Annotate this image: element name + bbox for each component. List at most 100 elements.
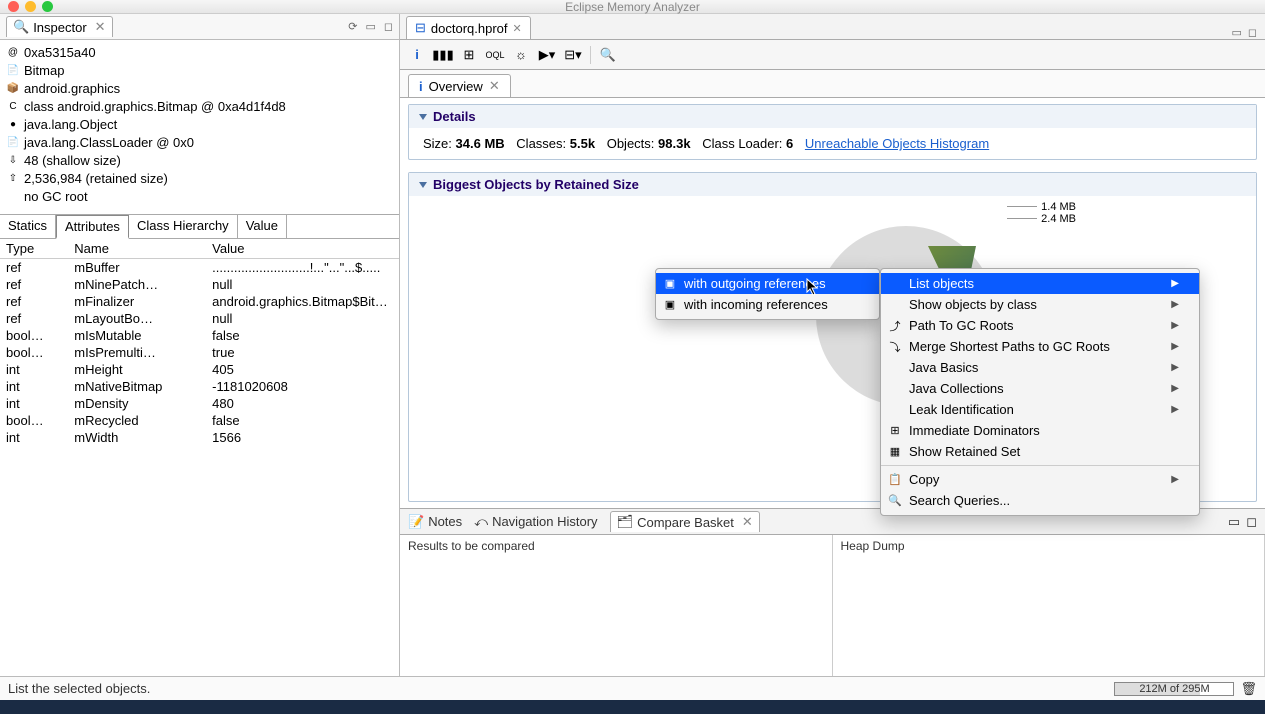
tab-overview[interactable]: i Overview ✕ — [408, 74, 511, 97]
col-header[interactable]: Type — [0, 239, 68, 259]
menu-incoming-refs[interactable]: ▣ with incoming references — [656, 294, 879, 315]
biggest-header[interactable]: Biggest Objects by Retained Size — [409, 173, 1256, 196]
size-value: 34.6 MB — [456, 136, 505, 151]
compare-basket-tab[interactable]: 🗂 Compare Basket ✕ — [610, 511, 760, 532]
menu-item[interactable]: List objects▶ — [881, 273, 1199, 294]
cell: ref — [0, 293, 68, 310]
menu-icon: 📋 — [887, 473, 903, 486]
unreachable-histogram-link[interactable]: Unreachable Objects Histogram — [805, 136, 989, 151]
menu-item[interactable]: Show objects by class▶ — [881, 294, 1199, 315]
table-row[interactable]: intmWidth1566 — [0, 429, 399, 446]
cell: ref — [0, 276, 68, 293]
table-row[interactable]: refmBuffer...........................!..… — [0, 259, 399, 277]
tree-label: android.graphics — [24, 80, 120, 98]
table-row[interactable]: refmFinalizerandroid.graphics.Bitmap$Bit… — [0, 293, 399, 310]
inspector-title: Inspector — [33, 20, 86, 35]
table-row[interactable]: bool…mRecycledfalse — [0, 412, 399, 429]
heap-status-bar[interactable]: 212M of 295M — [1114, 682, 1234, 696]
menu-label: with outgoing references — [684, 276, 826, 291]
nav-history-tab[interactable]: ⤺ Navigation History — [474, 514, 597, 530]
tree-row[interactable]: ⇧2,536,984 (retained size) — [6, 170, 393, 188]
table-row[interactable]: intmNativeBitmap-1181020608 — [0, 378, 399, 395]
minimize-view-icon[interactable]: ▭ — [365, 20, 375, 33]
thread-icon[interactable]: ☼ — [510, 44, 532, 66]
gc-icon[interactable]: 🗑 — [1240, 681, 1257, 697]
menu-item[interactable]: ⤵Merge Shortest Paths to GC Roots▶ — [881, 336, 1199, 357]
zoom-traffic-light[interactable] — [42, 1, 53, 12]
menu-label: Copy — [909, 472, 939, 487]
menu-item[interactable]: ⊞Immediate Dominators — [881, 420, 1199, 441]
minimize-bottom-icon[interactable]: ▭ — [1228, 514, 1240, 530]
cell: -1181020608 — [206, 378, 399, 395]
menu-item[interactable]: Java Collections ▶ — [881, 378, 1199, 399]
inspector-tab[interactable]: 🔍 Inspector ✕ — [6, 16, 113, 37]
menu-item[interactable]: 🔍Search Queries... — [881, 490, 1199, 511]
details-body: Size: 34.6 MB Classes: 5.5k Objects: 98.… — [409, 128, 1256, 159]
oql-icon[interactable]: OQL — [484, 44, 506, 66]
col-header[interactable]: Value — [206, 239, 399, 259]
tree-row[interactable]: Cclass android.graphics.Bitmap @ 0xa4d1f… — [6, 98, 393, 116]
tree-row[interactable]: 📄Bitmap — [6, 62, 393, 80]
menu-label: List objects — [909, 276, 974, 291]
notes-tab[interactable]: 📝 Notes — [408, 514, 462, 530]
dominator-tree-icon[interactable]: ⊞ — [458, 44, 480, 66]
attr-tab-class-hierarchy[interactable]: Class Hierarchy — [129, 215, 238, 238]
menu-item[interactable]: 📋Copy▶ — [881, 469, 1199, 490]
menu-item[interactable]: Leak Identification▶ — [881, 399, 1199, 420]
table-row[interactable]: intmDensity480 — [0, 395, 399, 412]
compare-icon[interactable]: ⊟▾ — [562, 44, 584, 66]
tree-row[interactable]: @0xa5315a40 — [6, 44, 393, 62]
tree-row[interactable]: 📄java.lang.ClassLoader @ 0x0 — [6, 134, 393, 152]
maximize-view-icon[interactable]: ◻ — [384, 20, 393, 33]
context-menu[interactable]: List objects▶Show objects by class▶⤴Path… — [880, 268, 1200, 516]
run-icon[interactable]: ▶▾ — [536, 44, 558, 66]
col-header[interactable]: Name — [68, 239, 206, 259]
tree-row[interactable]: ●java.lang.Object — [6, 116, 393, 134]
menu-item[interactable]: ⤴Path To GC Roots▶ — [881, 315, 1199, 336]
close-icon[interactable]: ✕ — [95, 19, 106, 35]
menu-outgoing-refs[interactable]: ▣ with outgoing references — [656, 273, 879, 294]
editor-tab-label: doctorq.hprof — [431, 21, 508, 36]
submenu-arrow-icon: ▶ — [1171, 383, 1179, 394]
table-row[interactable]: intmHeight405 — [0, 361, 399, 378]
attr-tab-value[interactable]: Value — [238, 215, 287, 238]
menu-label: Java Collections — [909, 381, 1004, 396]
maximize-bottom-icon[interactable]: ◻ — [1246, 514, 1257, 530]
close-icon[interactable]: ✕ — [742, 514, 753, 530]
editor-tabs: ⊟ doctorq.hprof ✕ ▭ ◻ — [400, 14, 1265, 40]
cell: int — [0, 361, 68, 378]
maximize-editor-icon[interactable]: ◻ — [1248, 26, 1257, 39]
search-icon[interactable]: 🔍 — [597, 44, 619, 66]
table-row[interactable]: bool…mIsPremulti…true — [0, 344, 399, 361]
classes-value: 5.5k — [570, 136, 595, 151]
info-icon[interactable]: i — [406, 44, 428, 66]
tree-row[interactable]: no GC root — [6, 188, 393, 206]
table-row[interactable]: refmNinePatch…null — [0, 276, 399, 293]
details-header[interactable]: Details — [409, 105, 1256, 128]
table-row[interactable]: refmLayoutBo…null — [0, 310, 399, 327]
table-row[interactable]: bool…mIsMutablefalse — [0, 327, 399, 344]
attr-tab-attributes[interactable]: Attributes — [56, 215, 129, 239]
sync-icon[interactable]: ⟳ — [348, 20, 357, 33]
cell: android.graphics.Bitmap$BitmapFina… — [206, 293, 399, 310]
attr-tab-statics[interactable]: Statics — [0, 215, 56, 238]
cell: false — [206, 412, 399, 429]
histogram-icon[interactable]: ▮▮▮ — [432, 44, 454, 66]
inspector-header: 🔍 Inspector ✕ ⟳ ▭ ◻ — [0, 14, 399, 40]
attributes-table[interactable]: TypeNameValue refmBuffer................… — [0, 239, 399, 446]
close-traffic-light[interactable] — [8, 1, 19, 12]
compare-heap-column: Heap Dump — [833, 535, 1265, 684]
menu-item[interactable]: Java Basics▶ — [881, 357, 1199, 378]
submenu-arrow-icon: ▶ — [1171, 341, 1179, 352]
minimize-editor-icon[interactable]: ▭ — [1231, 26, 1241, 39]
inspector-tree[interactable]: @0xa5315a40📄Bitmap📦android.graphicsCclas… — [0, 40, 399, 210]
menu-item[interactable]: ▦Show Retained Set — [881, 441, 1199, 462]
tree-row[interactable]: 📦android.graphics — [6, 80, 393, 98]
context-submenu[interactable]: ▣ with outgoing references ▣ with incomi… — [655, 268, 880, 320]
close-icon[interactable]: ✕ — [513, 22, 522, 35]
cell: mIsPremulti… — [68, 344, 206, 361]
tree-row[interactable]: ⇩48 (shallow size) — [6, 152, 393, 170]
editor-tab-hprof[interactable]: ⊟ doctorq.hprof ✕ — [406, 16, 531, 39]
minimize-traffic-light[interactable] — [25, 1, 36, 12]
close-icon[interactable]: ✕ — [489, 78, 500, 94]
